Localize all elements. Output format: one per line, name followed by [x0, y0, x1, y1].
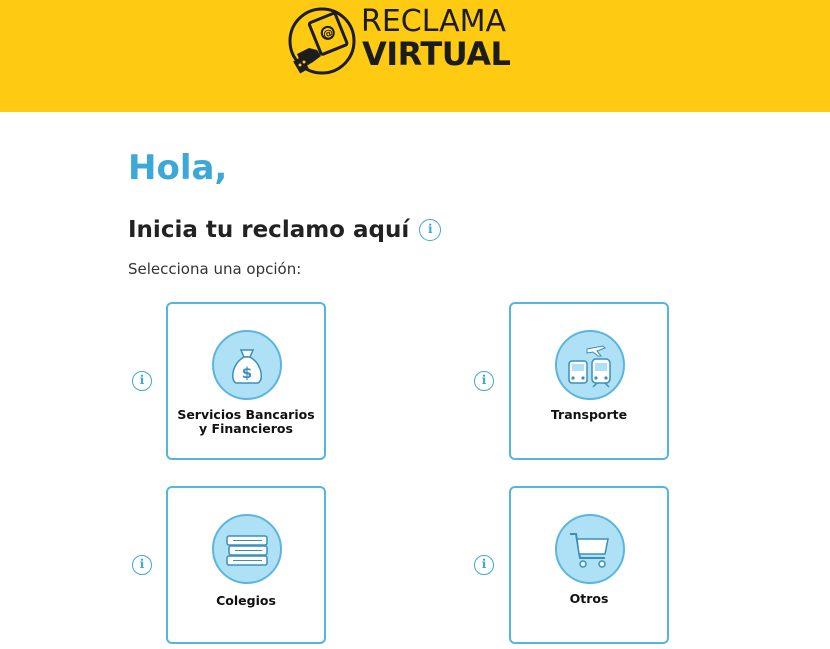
option-label: Servicios Bancarios y Financieros — [177, 407, 315, 436]
info-icon[interactable]: i — [474, 371, 494, 391]
page-heading: Inicia tu reclamo aquí i — [128, 213, 442, 247]
hand-holding-email-icon: @ — [288, 7, 356, 75]
brand-logo[interactable]: @ RECLAMA VIRTUAL — [287, 4, 517, 78]
page-subtitle: Selecciona una opción: — [128, 260, 302, 278]
info-icon[interactable]: i — [132, 555, 152, 575]
option-label: Otros — [569, 591, 609, 606]
site-header: @ RECLAMA VIRTUAL — [0, 0, 830, 112]
shopping-cart-icon — [555, 514, 625, 584]
greeting: Hola, — [128, 148, 228, 188]
transport-icon — [555, 330, 625, 400]
option-card-transport[interactable]: Transporte — [509, 302, 669, 460]
option-label: Colegios — [216, 593, 276, 608]
books-icon — [212, 514, 282, 584]
money-bag-icon: $ — [212, 330, 282, 400]
option-label: Transporte — [550, 407, 628, 422]
option-card-banking[interactable]: $ Servicios Bancarios y Financieros — [166, 302, 326, 460]
info-icon[interactable]: i — [419, 219, 442, 241]
info-icon[interactable]: i — [132, 371, 152, 391]
brand-line-2: VIRTUAL — [362, 35, 511, 73]
option-card-schools[interactable]: Colegios — [166, 486, 326, 644]
svg-text:$: $ — [242, 364, 252, 382]
option-card-other[interactable]: Otros — [509, 486, 669, 644]
info-icon[interactable]: i — [474, 555, 494, 575]
page-heading-text: Inicia tu reclamo aquí — [128, 217, 410, 243]
